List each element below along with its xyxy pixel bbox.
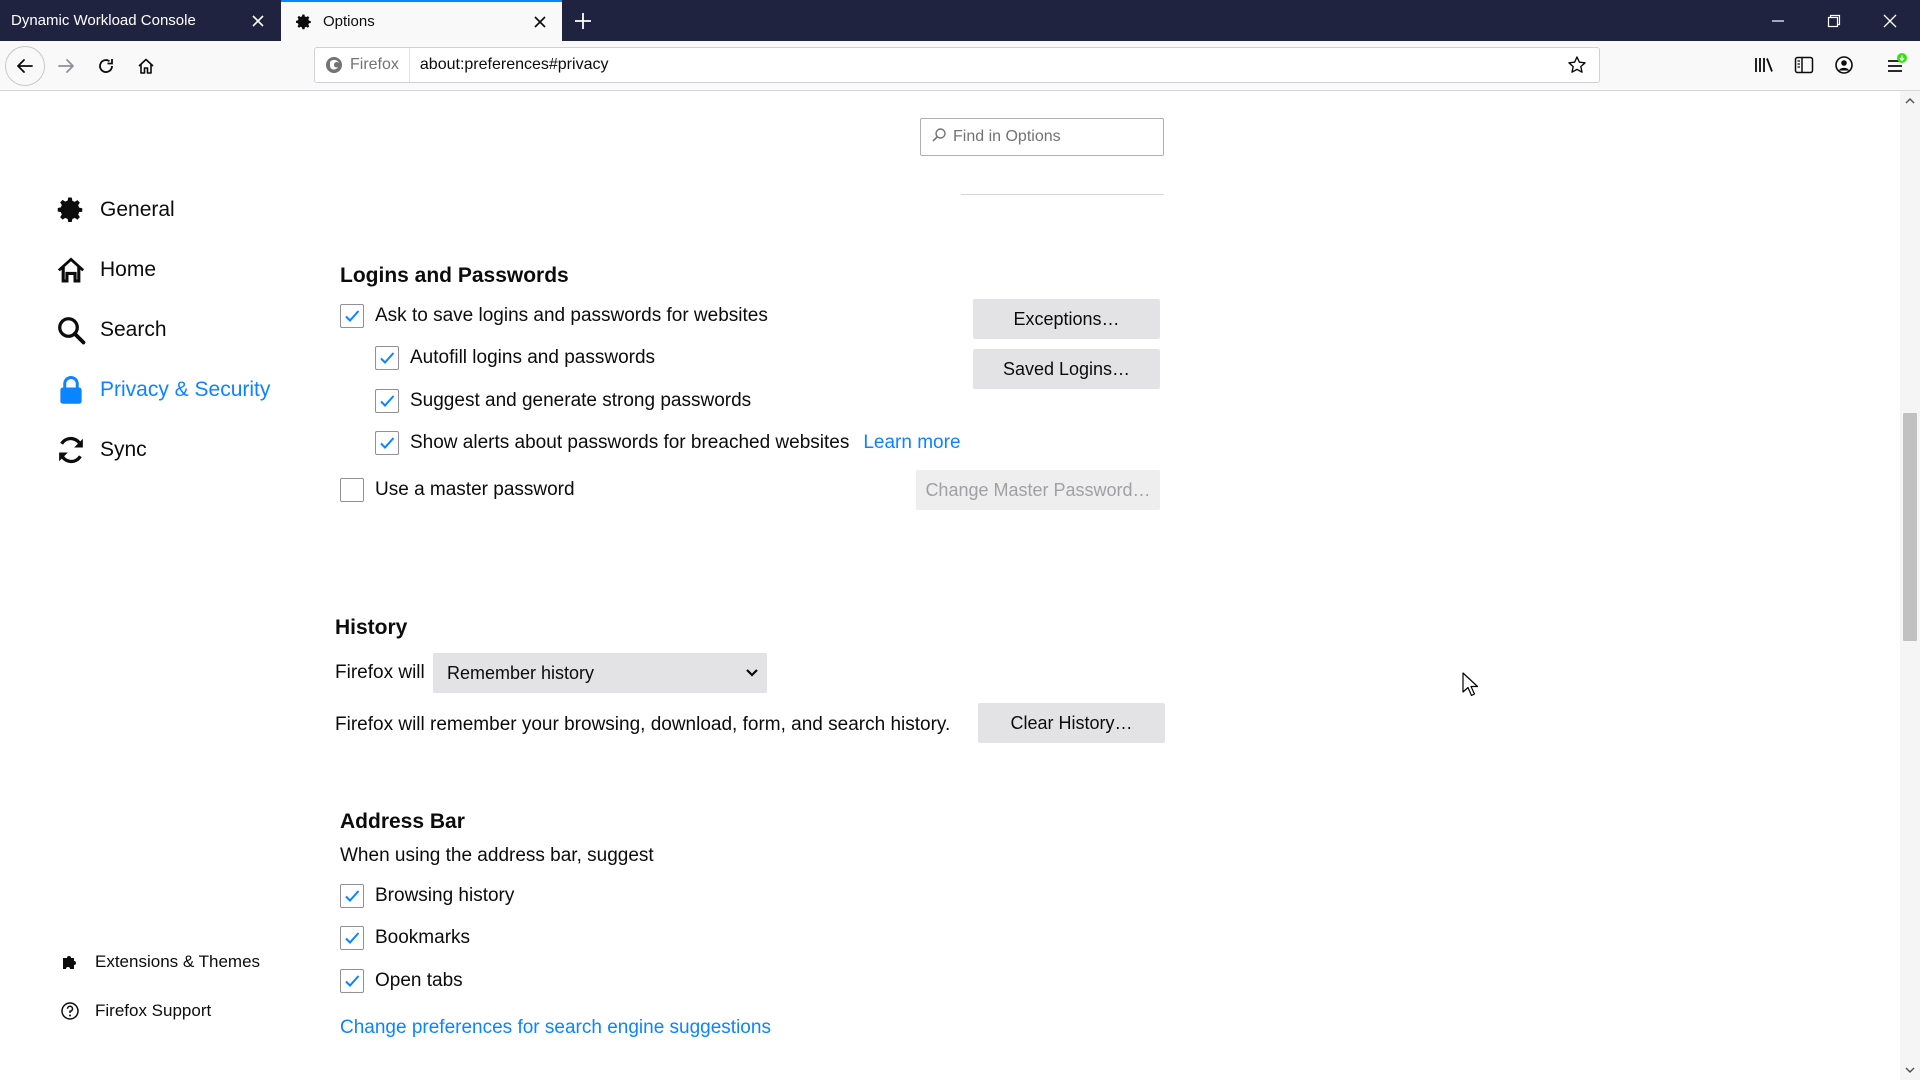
section-heading-address-bar: Address Bar	[340, 810, 465, 833]
firefox-logo-icon	[325, 56, 343, 74]
help-icon	[57, 998, 83, 1024]
reload-button[interactable]	[86, 46, 126, 86]
mouse-cursor-icon	[1462, 672, 1480, 703]
sidebar-item-general[interactable]: General	[54, 190, 175, 230]
clear-history-button[interactable]: Clear History…	[978, 703, 1165, 743]
gear-icon	[294, 12, 314, 32]
tab-strip: Dynamic Workload Console Options	[0, 0, 1920, 41]
sidebar-item-label: Home	[100, 258, 157, 281]
search-icon	[54, 313, 88, 347]
scrollbar[interactable]	[1900, 91, 1920, 1080]
minimize-button[interactable]	[1750, 0, 1806, 41]
sidebar-item-extensions-themes[interactable]: Extensions & Themes	[57, 947, 260, 977]
checkbox[interactable]	[340, 478, 364, 502]
section-heading-logins: Logins and Passwords	[340, 264, 569, 287]
home-button[interactable]	[126, 46, 166, 86]
search-icon	[931, 127, 947, 148]
gear-icon	[54, 193, 88, 227]
account-icon[interactable]	[1826, 47, 1862, 83]
identity-box[interactable]: Firefox	[315, 48, 410, 82]
checkbox[interactable]	[375, 431, 399, 455]
tab-title: Options	[323, 13, 375, 30]
open-tabs-checkbox[interactable]: Open tabs	[340, 966, 463, 996]
sync-icon	[54, 433, 88, 467]
checkbox[interactable]	[340, 304, 364, 328]
restore-button[interactable]	[1806, 0, 1862, 41]
sidebar-item-label: Extensions & Themes	[95, 952, 261, 971]
change-search-suggestions-link[interactable]: Change preferences for search engine sug…	[340, 1013, 771, 1043]
library-icon[interactable]	[1746, 47, 1782, 83]
chevron-down-icon	[737, 668, 767, 678]
checkbox-label: Open tabs	[375, 970, 463, 991]
checkbox-label: Suggest and generate strong passwords	[410, 390, 752, 411]
sidebar-item-sync[interactable]: Sync	[54, 430, 147, 470]
browsing-history-checkbox[interactable]: Browsing history	[340, 881, 514, 911]
puzzle-icon	[57, 949, 83, 975]
checkbox-label: Browsing history	[375, 885, 515, 906]
ask-save-logins-checkbox[interactable]: Ask to save logins and passwords for web…	[340, 301, 768, 331]
history-description: Firefox will remember your browsing, dow…	[335, 714, 951, 735]
firefox-will-label: Firefox will	[335, 662, 425, 683]
scroll-up-arrow-icon[interactable]	[1900, 91, 1920, 111]
scroll-thumb[interactable]	[1903, 413, 1917, 641]
checkbox-label: Ask to save logins and passwords for web…	[375, 305, 768, 326]
tab-dynamic-workload-console[interactable]: Dynamic Workload Console	[0, 0, 280, 41]
master-password-checkbox[interactable]: Use a master password	[340, 475, 575, 505]
checkbox[interactable]	[340, 969, 364, 993]
learn-more-link[interactable]: Learn more	[863, 432, 960, 454]
url-bar[interactable]: Firefox about:preferences#privacy	[314, 47, 1600, 83]
forward-button[interactable]	[46, 46, 86, 86]
checkbox[interactable]	[375, 346, 399, 370]
identity-label: Firefox	[350, 56, 399, 73]
sidebar-item-label: Firefox Support	[95, 1001, 212, 1020]
sidebar-item-label: Search	[100, 318, 167, 341]
sidebar-item-label: Privacy & Security	[100, 378, 271, 401]
window-close-button[interactable]	[1862, 0, 1918, 41]
scroll-down-arrow-icon[interactable]	[1900, 1060, 1920, 1080]
back-button[interactable]	[5, 46, 45, 86]
saved-logins-button[interactable]: Saved Logins…	[973, 349, 1160, 389]
sidebar-item-search[interactable]: Search	[54, 310, 167, 350]
close-icon[interactable]	[528, 10, 552, 34]
search-placeholder: Find in Options	[953, 128, 1061, 145]
section-heading-history: History	[335, 616, 408, 639]
close-icon[interactable]	[246, 9, 270, 33]
tab-options[interactable]: Options	[281, 0, 562, 41]
checkbox[interactable]	[340, 884, 364, 908]
history-mode-select[interactable]: Remember history	[433, 653, 767, 693]
new-tab-button[interactable]	[570, 8, 596, 34]
sidebar-item-home[interactable]: Home	[54, 250, 156, 290]
preferences-page: Find in Options General Home Search Priv…	[0, 91, 1920, 1080]
tab-title: Dynamic Workload Console	[11, 12, 196, 29]
exceptions-button[interactable]: Exceptions…	[973, 299, 1160, 339]
url-input[interactable]: about:preferences#privacy	[410, 56, 1561, 74]
navigation-toolbar: Firefox about:preferences#privacy	[0, 41, 1920, 91]
home-icon	[54, 253, 88, 287]
sidebar-item-label: General	[100, 198, 175, 221]
sidebar-toggle-icon[interactable]	[1786, 47, 1822, 83]
history-mode-value: Remember history	[447, 662, 595, 683]
sidebar-item-privacy-security[interactable]: Privacy & Security	[54, 370, 270, 410]
sidebar-item-label: Sync	[100, 438, 147, 461]
change-master-password-button[interactable]: Change Master Password…	[916, 470, 1160, 510]
checkbox[interactable]	[375, 389, 399, 413]
checkbox-label: Show alerts about passwords for breached…	[410, 432, 850, 453]
checkbox-label: Bookmarks	[375, 927, 471, 948]
divider	[961, 194, 1164, 195]
search-input[interactable]: Find in Options	[920, 118, 1164, 156]
address-bar-subheading: When using the address bar, suggest	[340, 845, 654, 866]
hamburger-menu-icon[interactable]	[1878, 47, 1914, 83]
checkbox-label: Use a master password	[375, 479, 575, 500]
bookmarks-checkbox[interactable]: Bookmarks	[340, 923, 470, 953]
autofill-logins-checkbox[interactable]: Autofill logins and passwords	[375, 343, 655, 373]
sidebar-item-firefox-support[interactable]: Firefox Support	[57, 996, 211, 1026]
bookmark-star-icon[interactable]	[1561, 49, 1593, 81]
suggest-passwords-checkbox[interactable]: Suggest and generate strong passwords	[375, 386, 751, 416]
checkbox-label: Autofill logins and passwords	[410, 347, 656, 368]
breach-alerts-checkbox[interactable]: Show alerts about passwords for breached…	[375, 428, 961, 458]
lock-icon	[54, 373, 88, 407]
checkbox[interactable]	[340, 926, 364, 950]
